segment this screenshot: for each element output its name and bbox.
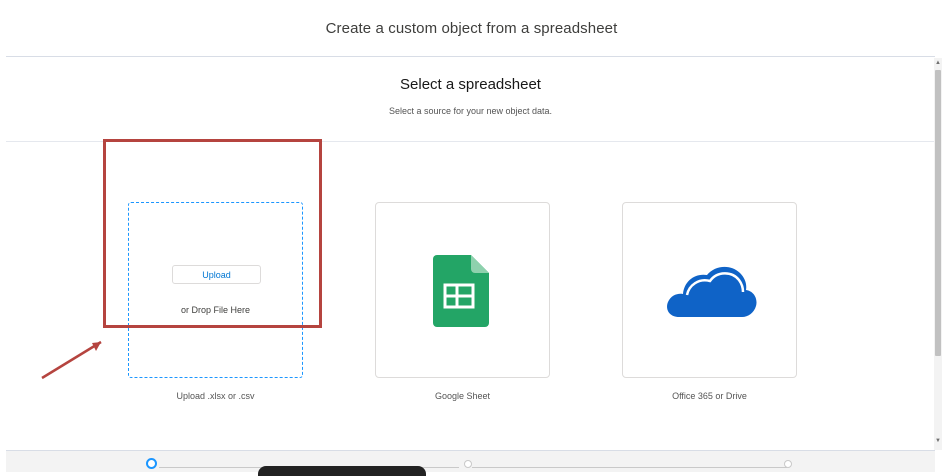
progress-step-3 bbox=[784, 460, 792, 468]
scroll-up-icon[interactable]: ▲ bbox=[935, 60, 941, 66]
progress-step-2 bbox=[464, 460, 472, 468]
progress-line-2 bbox=[472, 467, 787, 468]
section-heading: Select a spreadsheet bbox=[400, 76, 541, 93]
office-365-card[interactable] bbox=[622, 202, 797, 378]
google-sheet-label: Google Sheet bbox=[434, 391, 491, 401]
progress-step-1 bbox=[146, 458, 157, 469]
drop-file-text: or Drop File Here bbox=[180, 305, 251, 315]
section-subheading: Select a source for your new object data… bbox=[388, 106, 553, 116]
upload-button[interactable]: Upload bbox=[172, 265, 261, 284]
upload-drop-zone[interactable]: Upload or Drop File Here bbox=[128, 202, 303, 378]
page-title: Create a custom object from a spreadshee… bbox=[325, 19, 618, 37]
progress-footer bbox=[6, 450, 935, 476]
dark-action-button[interactable] bbox=[258, 466, 426, 476]
google-sheets-icon bbox=[433, 255, 489, 327]
scroll-down-icon[interactable]: ▼ bbox=[935, 438, 941, 444]
onedrive-cloud-icon bbox=[667, 266, 757, 317]
vertical-scrollbar[interactable]: ▲ ▼ bbox=[934, 58, 942, 450]
spreadsheet-source-panel: Select a spreadsheet Select a source for… bbox=[6, 56, 942, 450]
scroll-thumb[interactable] bbox=[935, 70, 941, 356]
upload-source-label: Upload .xlsx or .csv bbox=[176, 391, 255, 401]
office-365-label: Office 365 or Drive bbox=[672, 391, 747, 401]
panel-header: Select a spreadsheet Select a source for… bbox=[6, 57, 935, 142]
google-sheet-card[interactable] bbox=[375, 202, 550, 378]
